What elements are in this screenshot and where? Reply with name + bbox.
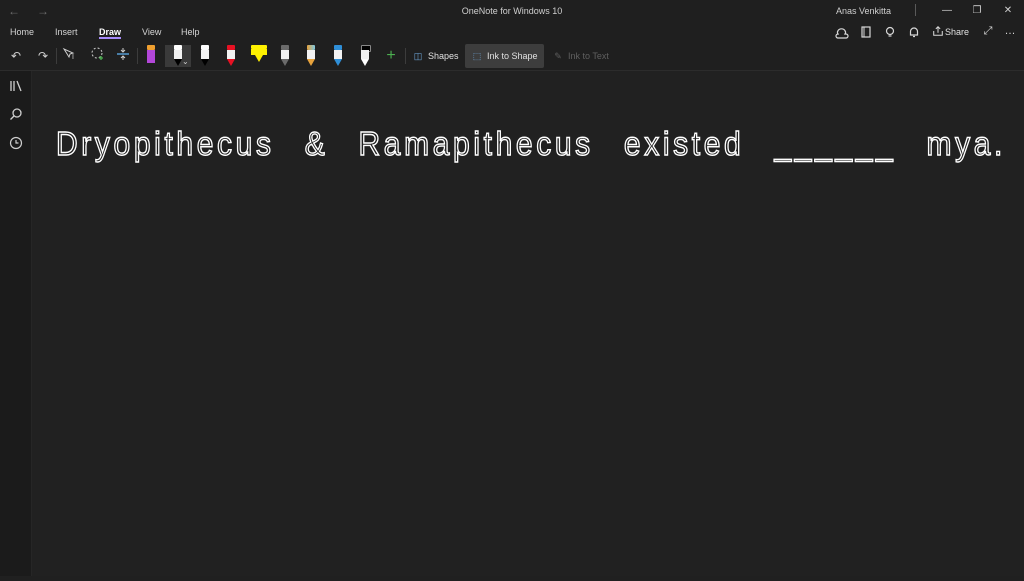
redo-icon[interactable]: ↷ (33, 46, 53, 66)
purple-pen-icon[interactable] (144, 45, 158, 67)
bell-icon[interactable] (907, 25, 921, 39)
svg-text:I: I (72, 54, 74, 61)
white-pen-icon[interactable] (358, 45, 372, 67)
user-name[interactable]: Anas Venkitta (836, 6, 891, 16)
toolbar-divider (56, 48, 57, 64)
yellow-highlighter-icon[interactable] (250, 45, 268, 67)
shapes-button[interactable]: ◫ Shapes (406, 44, 465, 68)
black-pen-icon[interactable] (198, 45, 212, 67)
shapes-icon: ◫ (413, 51, 423, 61)
notebooks-icon[interactable] (8, 79, 24, 95)
share-icon[interactable] (931, 25, 945, 39)
title-bar: ← → OneNote for Windows 10 Anas Venkitta… (0, 0, 1024, 22)
tab-insert[interactable]: Insert (55, 27, 78, 37)
titlebar-divider (915, 4, 916, 16)
select-text-icon[interactable]: I (60, 46, 80, 66)
active-tab-underline (99, 37, 121, 39)
ink-to-text-icon: ✎ (554, 51, 562, 61)
lightbulb-icon[interactable] (883, 25, 897, 39)
minimize-button[interactable]: — (932, 2, 962, 20)
draw-toolbar: ↶ ↷ I ⌄ + ◫ Shapes ⬚ Ink to Shape ✎ Ink … (0, 42, 1024, 71)
toolbar-divider (137, 48, 138, 64)
ink-to-text-button[interactable]: ✎ Ink to Text (546, 44, 615, 68)
add-pen-icon[interactable]: + (381, 46, 401, 66)
close-button[interactable]: ✕ (993, 2, 1023, 20)
insert-space-icon[interactable] (113, 46, 133, 66)
more-options-icon[interactable]: … (1003, 25, 1017, 39)
restore-button[interactable]: ❐ (962, 2, 992, 20)
share-button[interactable]: Share (945, 27, 969, 37)
galaxy-pen-icon[interactable] (278, 45, 292, 67)
tab-view[interactable]: View (142, 27, 161, 37)
expand-icon[interactable]: ⤢ (981, 25, 995, 39)
note-canvas[interactable]: Dryopithecus & Ramapithecus existed ____… (32, 71, 1024, 576)
handwritten-ink: Dryopithecus & Ramapithecus existed ____… (55, 124, 1006, 162)
lasso-select-icon[interactable] (87, 46, 107, 66)
rainbow-pen-icon[interactable] (304, 45, 318, 67)
ribbon-tabs: Home Insert Draw View Help Share ⤢ … (0, 22, 1024, 42)
ink-to-shape-label: Ink to Shape (487, 51, 538, 61)
shapes-label: Shapes (428, 51, 459, 61)
ink-to-shape-button[interactable]: ⬚ Ink to Shape (465, 44, 544, 68)
tab-draw[interactable]: Draw (99, 27, 121, 37)
black-pen-selected-icon[interactable]: ⌄ (165, 45, 191, 67)
left-navigation (0, 71, 32, 576)
ink-to-text-label: Ink to Text (568, 51, 609, 61)
undo-icon[interactable]: ↶ (6, 46, 26, 66)
ocean-pen-icon[interactable] (331, 45, 345, 67)
red-pen-icon[interactable] (224, 45, 238, 67)
recent-icon[interactable] (8, 136, 24, 152)
ink-to-shape-icon: ⬚ (472, 51, 482, 61)
handwritten-text: Dryopithecus & Ramapithecus existed ____… (56, 125, 1006, 162)
sync-icon[interactable] (835, 25, 849, 39)
tab-home[interactable]: Home (10, 27, 34, 37)
search-icon[interactable] (8, 107, 24, 123)
tab-help[interactable]: Help (181, 27, 200, 37)
notebook-icon[interactable] (859, 25, 873, 39)
